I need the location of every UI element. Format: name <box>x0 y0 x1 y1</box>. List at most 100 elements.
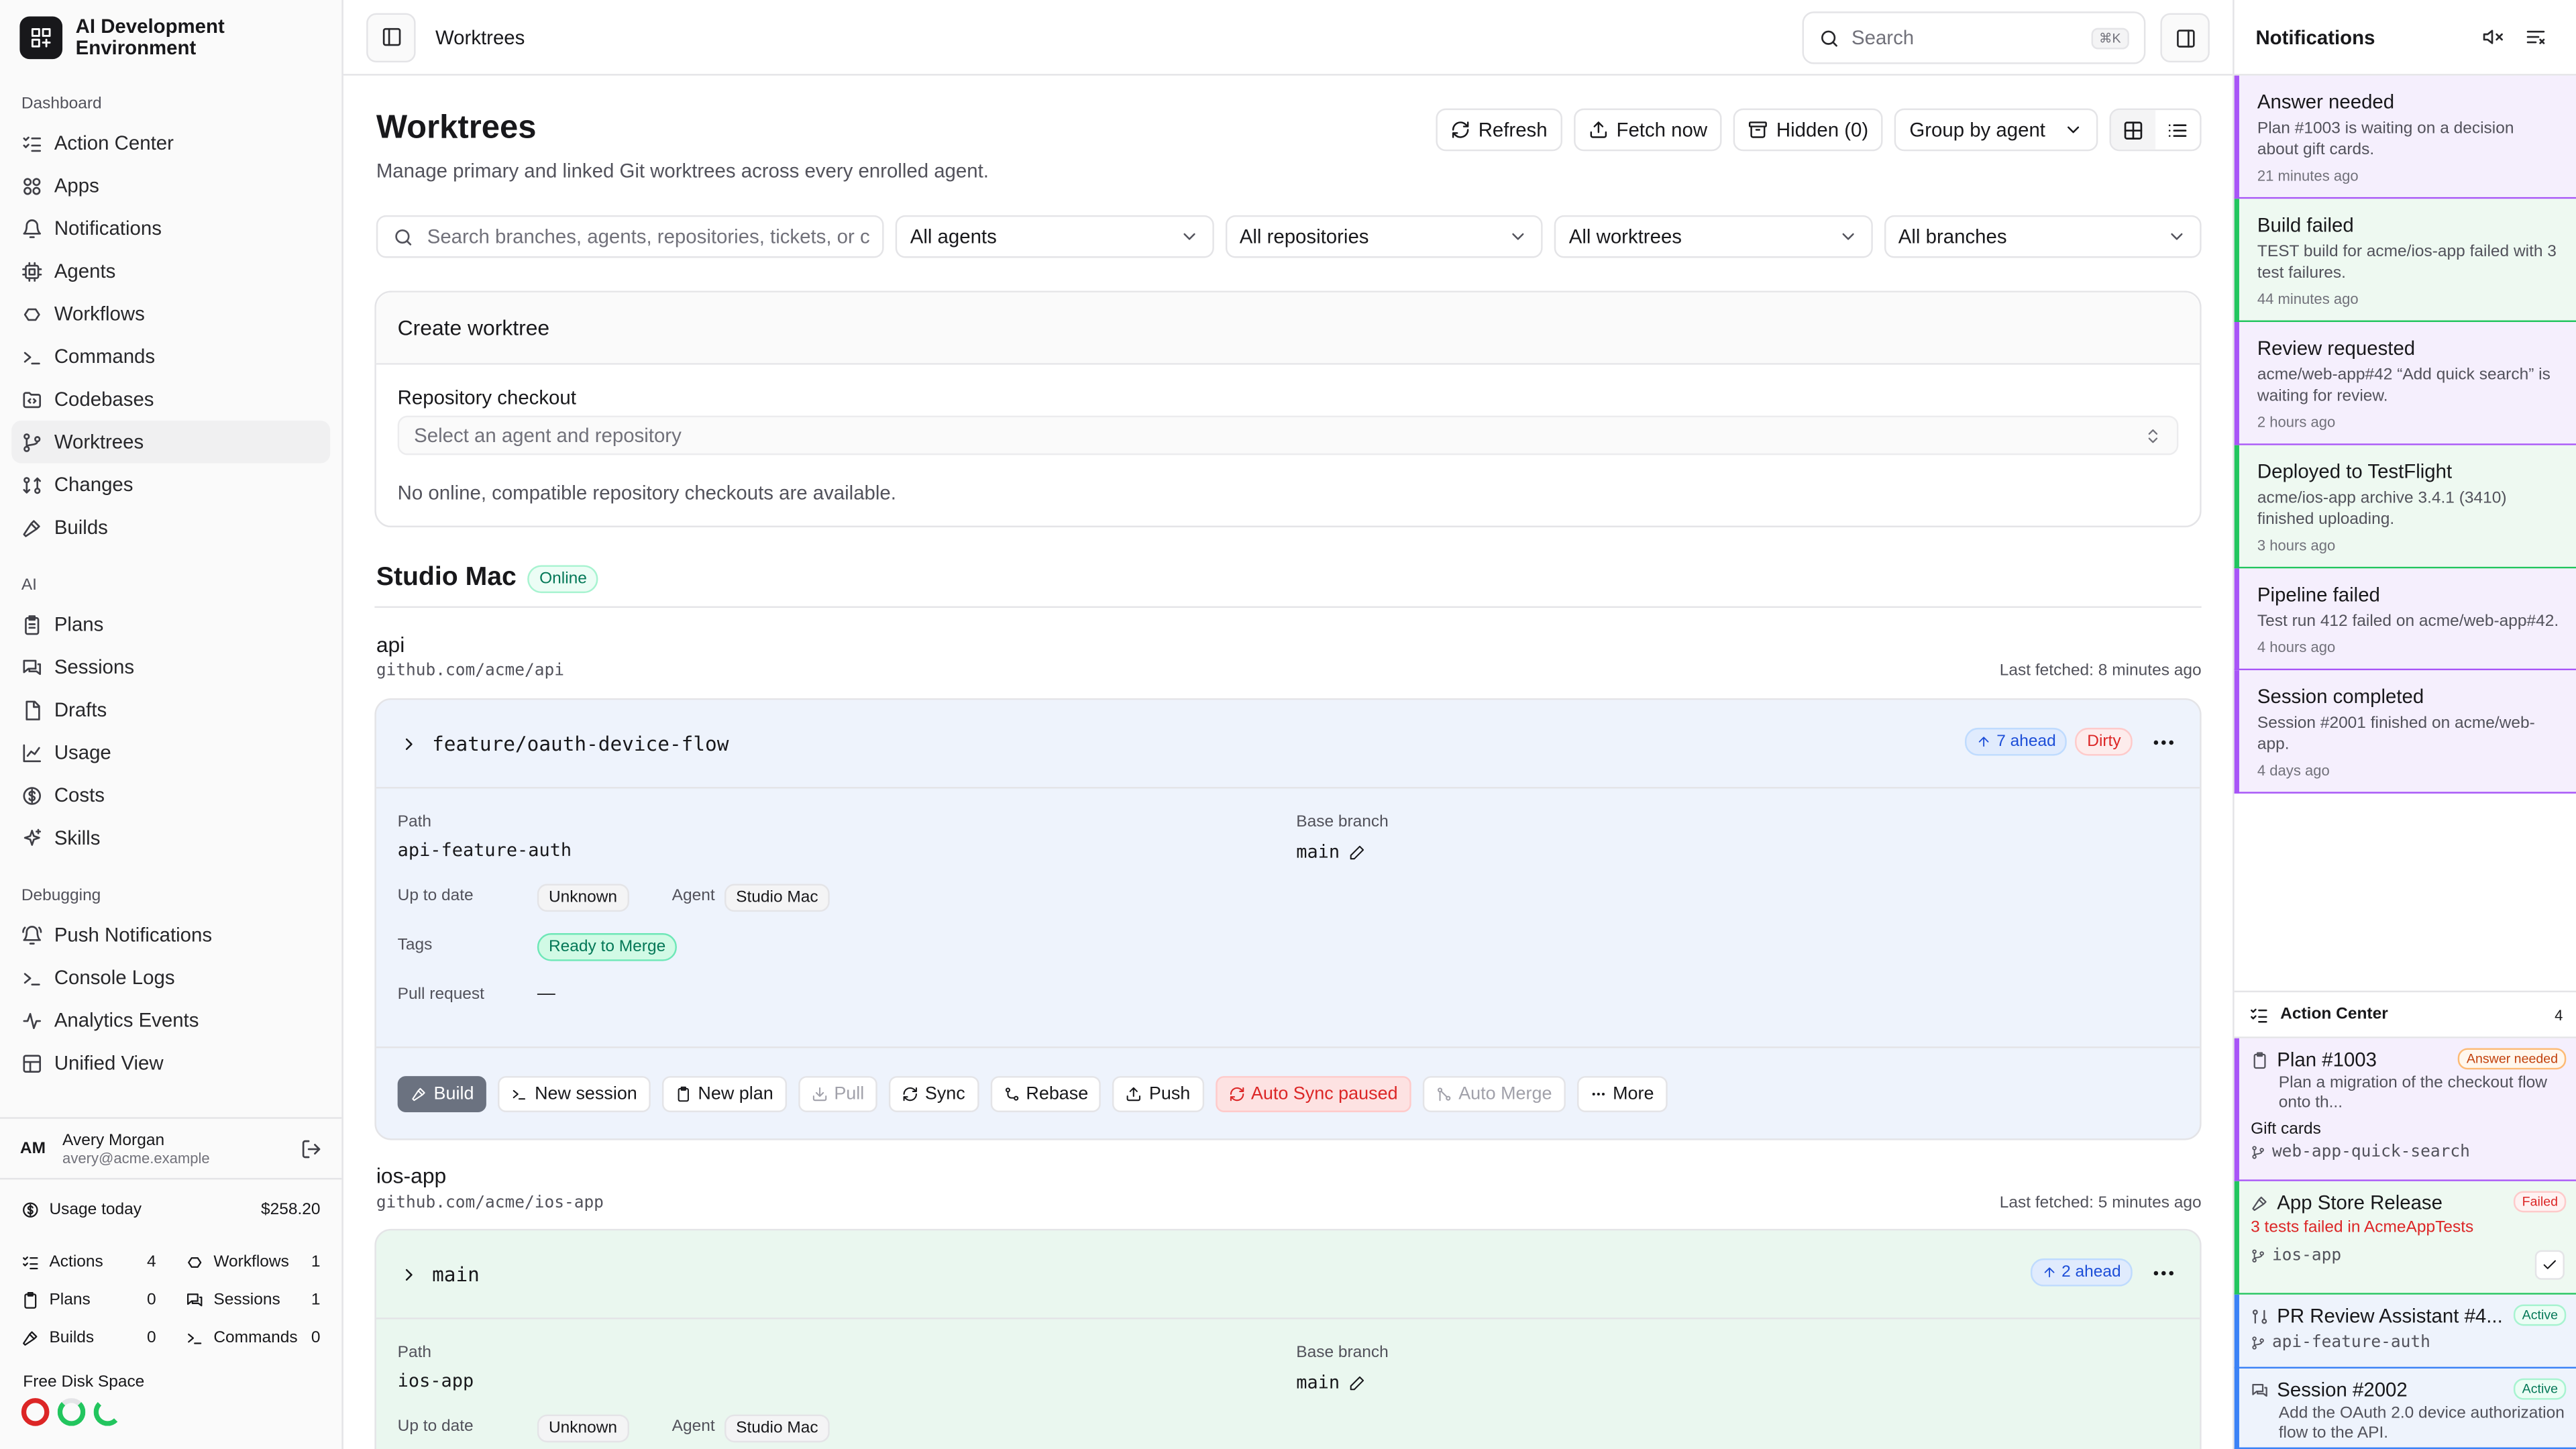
toggle-sidebar-button[interactable] <box>366 12 416 62</box>
path-value: api-feature-auth <box>397 839 572 861</box>
build-button[interactable]: Build <box>397 1075 488 1112</box>
action-item[interactable]: Session #2002 Active Add the OAuth 2.0 d… <box>2234 1368 2576 1449</box>
chevron-right-icon[interactable] <box>399 733 419 753</box>
list-view-button[interactable] <box>2155 110 2200 150</box>
stats-grid: Actions 4 Workflows 1 Plans 0 Sessions 1 Bui… <box>21 1244 321 1357</box>
sidebar-item-action-center[interactable]: Action Center <box>11 121 330 164</box>
terminal-icon <box>512 1085 528 1102</box>
toggle-notifications-panel-button[interactable] <box>2160 13 2210 63</box>
rebase-button[interactable]: Rebase <box>989 1075 1102 1112</box>
worktree-filter-select[interactable]: All worktrees <box>1554 215 1872 258</box>
action-item[interactable]: PR Review Assistant #4... Active api-fea… <box>2234 1294 2576 1368</box>
refresh-button[interactable]: Refresh <box>1436 108 1562 152</box>
worktree-header[interactable]: main 2 ahead <box>376 1230 2200 1320</box>
sidebar-item-commands[interactable]: Commands <box>11 335 330 378</box>
more-options-icon <box>1590 1085 1606 1102</box>
hidden-button[interactable]: Hidden (0) <box>1733 108 1884 152</box>
more-button[interactable]: More <box>1576 1075 1668 1112</box>
sidebar-item-analytics-events[interactable]: Analytics Events <box>11 999 330 1042</box>
sidebar-item-console-logs[interactable]: Console Logs <box>11 956 330 999</box>
push-button[interactable]: Push <box>1112 1075 1203 1112</box>
grid-view-button[interactable] <box>2110 110 2156 150</box>
stat-sessions[interactable]: Sessions 1 <box>186 1281 321 1319</box>
user-profile[interactable]: AM Avery Morgan avery@acme.example <box>0 1117 342 1180</box>
sidebar-item-drafts[interactable]: Drafts <box>11 688 330 731</box>
hammer-icon <box>2251 1193 2269 1212</box>
sidebar-item-unified-view[interactable]: Unified View <box>11 1042 330 1085</box>
repository-checkout-select[interactable]: Select an agent and repository <box>397 415 2179 455</box>
sidebar-item-push-notifications[interactable]: Push Notifications <box>11 914 330 957</box>
ahead-badge: 7 ahead <box>1965 727 2068 756</box>
notification-item[interactable]: Review requested acme/web-app#42 “Add qu… <box>2234 322 2576 445</box>
stat-builds[interactable]: Builds 0 <box>21 1320 156 1357</box>
sidebar-item-apps[interactable]: Apps <box>11 164 330 207</box>
tag-badge[interactable]: Ready to Merge <box>537 933 678 961</box>
mute-icon[interactable] <box>2482 26 2504 48</box>
global-search-input[interactable]: Search ⌘K <box>1802 11 2146 64</box>
breadcrumb: Worktrees <box>435 25 525 49</box>
notification-item[interactable]: Build failed TEST build for acme/ios-app… <box>2234 199 2576 322</box>
notification-time: 3 hours ago <box>2257 537 2336 554</box>
repository-filter-select[interactable]: All repositories <box>1224 215 1543 258</box>
sidebar-item-workflows[interactable]: Workflows <box>11 292 330 335</box>
notification-item[interactable]: Deployed to TestFlight acme/ios-app arch… <box>2234 445 2576 569</box>
sidebar-item-builds[interactable]: Builds <box>11 506 330 549</box>
sidebar-item-plans[interactable]: Plans <box>11 603 330 646</box>
sidebar-item-usage[interactable]: Usage <box>11 731 330 774</box>
notification-item[interactable]: Answer needed Plan #1003 is waiting on a… <box>2234 75 2576 199</box>
sidebar-item-sessions[interactable]: Sessions <box>11 645 330 688</box>
stat-actions[interactable]: Actions 4 <box>21 1244 156 1281</box>
group-by-select[interactable]: Group by agent <box>1894 108 2098 152</box>
sidebar-item-codebases[interactable]: Codebases <box>11 378 330 421</box>
action-item[interactable]: App Store Release Failed 3 tests failed … <box>2234 1181 2576 1295</box>
app-brand[interactable]: AI Development Environment <box>0 0 341 76</box>
search-placeholder: Search <box>1851 26 1915 50</box>
sync-button[interactable]: Sync <box>888 1075 979 1112</box>
sidebar-item-worktrees[interactable]: Worktrees <box>11 420 331 464</box>
clear-all-icon[interactable] <box>2525 26 2546 48</box>
branch-filter-select[interactable]: All branches <box>1883 215 2202 258</box>
disk-gauges <box>21 1398 122 1426</box>
sidebar: AI Development Environment Dashboard Act… <box>0 0 343 1449</box>
stat-plans[interactable]: Plans 0 <box>21 1281 156 1319</box>
section-label-debugging: Debugging <box>21 887 101 906</box>
more-options-icon[interactable] <box>2151 729 2177 755</box>
action-center-header[interactable]: Action Center 4 <box>2234 990 2576 1038</box>
sidebar-item-skills[interactable]: Skills <box>11 816 330 859</box>
new-session-button[interactable]: New session <box>498 1075 651 1112</box>
terminal-icon <box>21 346 43 368</box>
more-options-icon[interactable] <box>2151 1259 2177 1285</box>
edit-pencil-icon[interactable] <box>1349 1375 1365 1391</box>
logout-icon[interactable] <box>301 1138 322 1160</box>
agent-filter-select[interactable]: All agents <box>895 215 1214 258</box>
mark-done-button[interactable] <box>2534 1250 2565 1280</box>
usage-value: $258.20 <box>261 1201 321 1220</box>
sidebar-item-label: Drafts <box>54 698 107 722</box>
edit-pencil-icon[interactable] <box>1349 845 1365 861</box>
sidebar-item-label: Worktrees <box>54 430 144 453</box>
sidebar-item-label: Builds <box>54 515 108 539</box>
pull-button[interactable]: Pull <box>798 1075 877 1112</box>
notification-item[interactable]: Session completed Session #2001 finished… <box>2234 670 2576 794</box>
sidebar-item-changes[interactable]: Changes <box>11 464 330 506</box>
sidebar-item-agents[interactable]: Agents <box>11 250 330 292</box>
stat-workflows[interactable]: Workflows 1 <box>186 1244 321 1281</box>
auto-merge-button[interactable]: Auto Merge <box>1422 1075 1566 1112</box>
notification-item[interactable]: Pipeline failed Test run 412 failed on a… <box>2234 568 2576 671</box>
base-branch-value: main <box>1296 1371 1340 1393</box>
branch-name: feature/oauth-device-flow <box>432 732 729 755</box>
fetch-now-button[interactable]: Fetch now <box>1573 108 1723 152</box>
no-checkouts-note: No online, compatible repository checkou… <box>397 481 896 504</box>
chevron-right-icon[interactable] <box>399 1264 419 1283</box>
stat-commands[interactable]: Commands 0 <box>186 1320 321 1357</box>
worktree-header[interactable]: feature/oauth-device-flow 7 ahead Dirty <box>376 700 2200 789</box>
sidebar-item-label: Unified View <box>54 1051 164 1075</box>
action-sub: Gift cards <box>2251 1120 2321 1139</box>
new-plan-button[interactable]: New plan <box>661 1075 787 1112</box>
git-compare-icon <box>21 474 43 496</box>
sidebar-item-costs[interactable]: Costs <box>11 773 330 816</box>
worktree-search-input[interactable]: Search branches, agents, repositories, t… <box>376 215 884 258</box>
action-item[interactable]: Plan #1003 Answer needed Plan a migratio… <box>2234 1038 2576 1181</box>
sidebar-item-notifications[interactable]: Notifications <box>11 207 330 250</box>
auto-sync-paused-button[interactable]: Auto Sync paused <box>1215 1075 1411 1112</box>
